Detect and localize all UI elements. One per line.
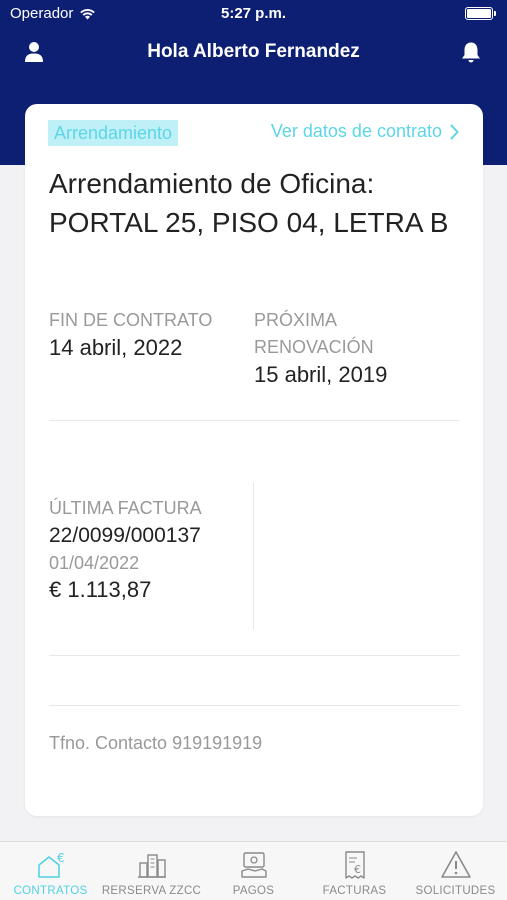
tab-facturas[interactable]: € FACTURAS — [304, 842, 405, 900]
renewal-block: PRÓXIMA RENOVACIÓN 15 abril, 2019 — [254, 307, 444, 389]
contact-phone: Tfno. Contacto 919191919 — [49, 733, 263, 753]
payment-icon — [240, 852, 267, 878]
tab-label: FACTURAS — [322, 885, 387, 897]
contract-end-block: FIN DE CONTRATO 14 abril, 2022 — [49, 307, 212, 362]
tab-solicitudes[interactable]: SOLICITUDES — [405, 842, 506, 900]
tab-reserva-zzcc[interactable]: RERSERVA ZZCC — [101, 842, 202, 900]
vertical-divider — [253, 482, 254, 630]
battery-icon — [465, 7, 496, 20]
last-invoice-label: ÚLTIMA FACTURA — [49, 498, 202, 518]
tab-label: CONTRATOS — [13, 885, 88, 897]
divider — [49, 655, 460, 656]
last-invoice-number: 22/0099/000137 — [49, 524, 201, 547]
bell-icon[interactable] — [459, 40, 483, 64]
contract-end-value: 14 abril, 2022 — [49, 335, 183, 360]
city-icon — [137, 854, 166, 878]
status-time: 5:27 p.m. — [220, 5, 287, 22]
last-invoice-block[interactable]: ÚLTIMA FACTURA 22/0099/000137 01/04/2022… — [49, 495, 202, 604]
house-euro-icon: € — [37, 851, 65, 878]
tab-pagos[interactable]: PAGOS — [203, 842, 304, 900]
last-invoice-date: 01/04/2022 — [49, 553, 140, 573]
warning-icon — [440, 851, 471, 878]
tab-bar: € CONTRATOS RERSERVA ZZCC PAGOS € FACTUR… — [0, 841, 507, 900]
svg-text:€: € — [57, 851, 65, 865]
renewal-value: 15 abril, 2019 — [254, 362, 388, 387]
view-contract-link[interactable]: Ver datos de contrato — [271, 121, 459, 142]
contract-end-label: FIN DE CONTRATO — [49, 310, 213, 330]
tab-label: RERSERVA ZZCC — [101, 885, 202, 897]
divider — [49, 705, 460, 706]
divider — [49, 420, 460, 421]
renewal-label: PRÓXIMA RENOVACIÓN — [254, 310, 374, 357]
tab-contratos[interactable]: € CONTRATOS — [0, 842, 101, 900]
view-contract-label: Ver datos de contrato — [270, 121, 442, 141]
invoice-icon: € — [344, 851, 365, 879]
svg-text:€: € — [354, 863, 361, 876]
contract-title: Arrendamiento de Oficina: PORTAL 25, PIS… — [49, 168, 449, 238]
chevron-right-icon — [450, 124, 459, 139]
last-invoice-amount: € 1.113,87 — [49, 577, 152, 602]
contract-type-tag: Arrendamiento — [48, 120, 179, 146]
contract-card: Arrendamiento Ver datos de contrato Arre… — [25, 104, 483, 816]
tab-label: SOLICITUDES — [415, 885, 496, 897]
status-bar: Operador 5:27 p.m. — [0, 0, 507, 28]
tab-label: PAGOS — [232, 885, 275, 897]
greeting-title: Hola Alberto Fernandez — [147, 41, 360, 62]
